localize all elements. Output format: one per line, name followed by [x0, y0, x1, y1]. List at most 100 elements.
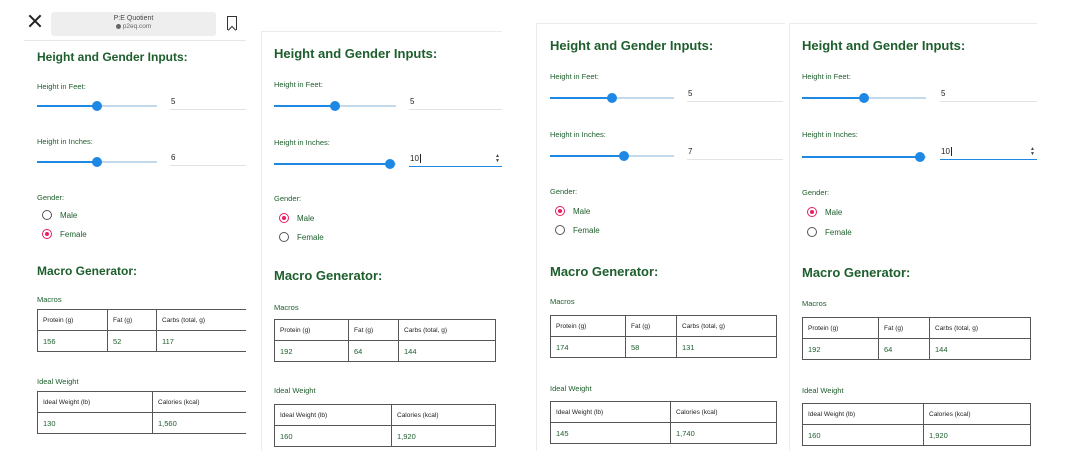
table-header-row: Protein (g) Fat (g) Carbs (total, g): [802, 317, 1031, 339]
ideal-weight-value: 160: [274, 425, 392, 447]
table-row: 192 64 144: [274, 340, 496, 362]
gender-female-radio[interactable]: Female: [42, 229, 87, 239]
height-feet-slider[interactable]: [802, 93, 926, 103]
radio-label: Male: [60, 210, 78, 220]
height-inches-value: 7: [688, 147, 693, 156]
protein-value: 192: [274, 340, 349, 362]
height-feet-value: 5: [688, 89, 693, 98]
gender-male-radio[interactable]: Male: [807, 207, 842, 217]
table-header-row: Protein (g) Fat (g) Carbs (total, g): [274, 319, 496, 341]
gender-male-radio[interactable]: Male: [279, 213, 314, 223]
header-divider: [24, 40, 246, 41]
close-icon[interactable]: [27, 13, 43, 29]
protein-header: Protein (g): [37, 309, 108, 331]
gender-female-radio[interactable]: Female: [555, 225, 600, 235]
ideal-weight-value: 145: [550, 422, 671, 444]
carbs-header: Carbs (total, g): [929, 317, 1031, 339]
ideal-weight-label: Ideal Weight: [37, 377, 79, 386]
section-heading-macro: Macro Generator:: [37, 264, 138, 278]
slider-thumb[interactable]: [619, 151, 630, 161]
fat-value: 64: [348, 340, 399, 362]
carbs-value: 131: [676, 336, 777, 358]
section-heading-macro: Macro Generator:: [274, 268, 383, 283]
protein-value: 174: [550, 336, 626, 358]
screenshot-panel-4: Height and Gender Inputs: Height in Feet…: [789, 23, 1037, 451]
height-feet-value: 5: [171, 97, 176, 106]
height-inches-slider[interactable]: [274, 159, 396, 169]
height-inches-input[interactable]: 7: [687, 146, 783, 160]
table-row: 130 1,560: [37, 412, 246, 434]
height-inches-input[interactable]: 10 ▲ ▼: [940, 146, 1037, 160]
table-header-row: Ideal Weight (lb) Calories (kcal): [802, 403, 1031, 425]
ideal-weight-header: Ideal Weight (lb): [37, 391, 153, 413]
text-caret: [950, 147, 952, 157]
spinner-icon[interactable]: ▲ ▼: [495, 154, 500, 164]
height-inches-value: 10: [941, 147, 950, 156]
slider-thumb[interactable]: [859, 93, 869, 103]
bookmark-icon[interactable]: [227, 16, 237, 30]
fat-value: 64: [878, 338, 930, 360]
height-feet-input[interactable]: 5: [170, 96, 246, 110]
macros-table: Protein (g) Fat (g) Carbs (total, g) 156…: [37, 309, 246, 352]
table-row: 174 58 131: [550, 336, 777, 358]
slider-thumb[interactable]: [330, 101, 340, 111]
height-inches-label: Height in Inches:: [37, 137, 93, 146]
macros-table: Protein (g) Fat (g) Carbs (total, g) 192…: [274, 319, 496, 362]
gender-female-radio[interactable]: Female: [807, 227, 852, 237]
gender-label: Gender:: [802, 188, 830, 197]
text-caret: [419, 154, 421, 164]
slider-fill: [802, 156, 920, 158]
slider-thumb[interactable]: [92, 101, 102, 111]
section-heading-inputs: Height and Gender Inputs:: [274, 46, 438, 61]
table-header-row: Ideal Weight (lb) Calories (kcal): [274, 404, 496, 426]
slider-thumb[interactable]: [914, 152, 925, 162]
height-feet-slider[interactable]: [37, 101, 157, 111]
domain-text: p2eq.com: [122, 23, 152, 30]
slider-fill: [802, 97, 864, 99]
fat-header: Fat (g): [107, 309, 157, 331]
height-feet-input[interactable]: 5: [409, 96, 502, 110]
height-feet-slider[interactable]: [274, 101, 396, 111]
height-inches-slider[interactable]: [550, 151, 674, 161]
height-feet-slider[interactable]: [550, 93, 674, 103]
slider-thumb[interactable]: [607, 93, 617, 103]
screenshot-panel-3: Height and Gender Inputs: Height in Feet…: [536, 23, 785, 451]
protein-header: Protein (g): [802, 317, 879, 339]
height-feet-input[interactable]: 5: [940, 88, 1037, 102]
gender-female-radio[interactable]: Female: [279, 232, 324, 242]
calories-value: 1,920: [923, 424, 1031, 446]
ideal-weight-table: Ideal Weight (lb) Calories (kcal) 160 1,…: [274, 404, 496, 447]
height-inches-slider[interactable]: [802, 152, 926, 162]
ideal-weight-header: Ideal Weight (lb): [802, 403, 924, 425]
fat-header: Fat (g): [878, 317, 930, 339]
height-inches-slider[interactable]: [37, 157, 157, 167]
slider-fill: [274, 105, 335, 107]
screenshot-panel-1: P:E Quotient p2eq.com Height and Gender …: [24, 7, 246, 466]
height-inches-input[interactable]: 6: [170, 152, 246, 166]
height-inches-label: Height in Inches:: [274, 138, 330, 147]
gender-male-radio[interactable]: Male: [555, 206, 590, 216]
table-row: 145 1,740: [550, 422, 777, 444]
gender-male-radio[interactable]: Male: [42, 210, 77, 220]
protein-value: 156: [37, 330, 108, 352]
radio-label: Female: [573, 225, 600, 235]
ideal-weight-header: Ideal Weight (lb): [274, 404, 392, 426]
page-title: P:E Quotient: [113, 15, 154, 22]
height-inches-input[interactable]: 10 ▲ ▼: [409, 153, 502, 167]
url-bar[interactable]: P:E Quotient p2eq.com: [51, 12, 216, 36]
spinner-icon[interactable]: ▲ ▼: [1030, 147, 1035, 157]
slider-thumb[interactable]: [92, 157, 102, 167]
macros-table: Protein (g) Fat (g) Carbs (total, g) 192…: [802, 317, 1031, 360]
height-feet-input[interactable]: 5: [687, 88, 783, 102]
radio-circle: [555, 206, 565, 216]
height-feet-value: 5: [410, 97, 415, 106]
calories-value: 1,920: [391, 425, 496, 447]
carbs-value: 117: [156, 330, 246, 352]
section-heading-inputs: Height and Gender Inputs:: [550, 38, 714, 53]
height-inches-label: Height in Inches:: [802, 130, 858, 139]
gender-label: Gender:: [274, 194, 302, 203]
slider-thumb[interactable]: [384, 159, 395, 169]
height-inches-value: 6: [171, 153, 176, 162]
section-heading-inputs: Height and Gender Inputs:: [802, 38, 966, 53]
table-row: 156 52 117: [37, 330, 246, 352]
